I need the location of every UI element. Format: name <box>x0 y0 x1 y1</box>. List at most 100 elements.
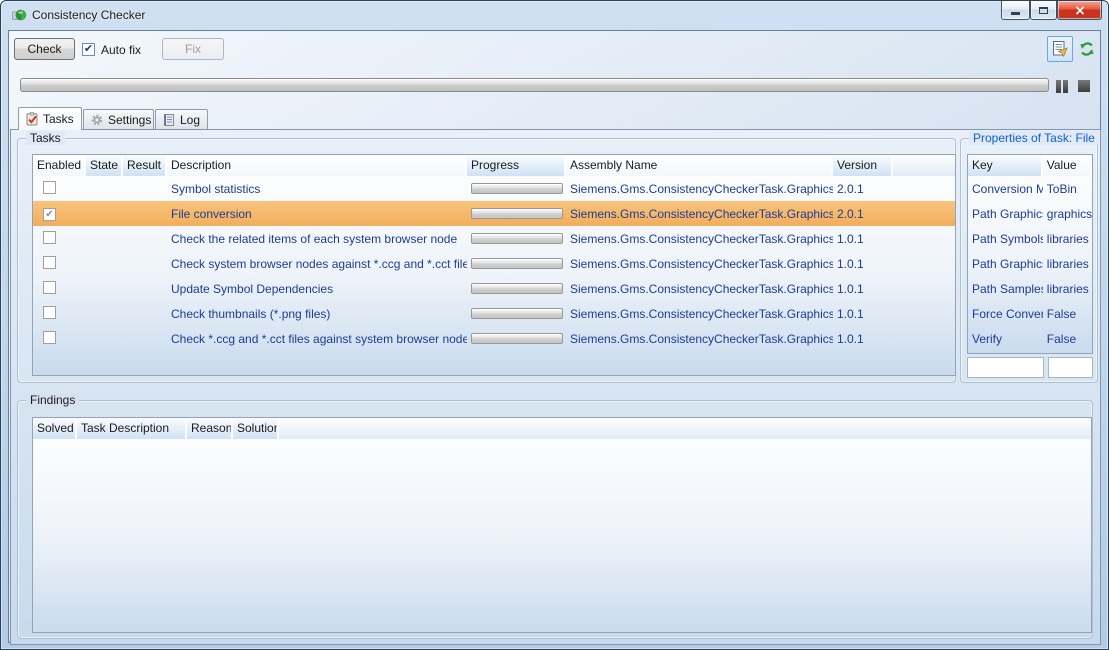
app-window: Consistency Checker Check ✔ Auto fix Fix <box>0 0 1109 650</box>
table-row[interactable]: Symbol statistics Siemens.Gms.Consistenc… <box>33 176 955 201</box>
check-button[interactable]: Check <box>14 38 75 60</box>
findings-groupbox: Findings Solved Task Description Reason … <box>17 400 1093 639</box>
task-enabled-checkbox[interactable] <box>43 331 56 344</box>
column-header-result[interactable]: Result <box>123 155 167 176</box>
task-description: File conversion <box>167 207 467 221</box>
tab-log[interactable]: Log <box>155 109 208 130</box>
property-key: Verify <box>968 332 1043 346</box>
column-header-solved[interactable]: Solved <box>33 418 77 439</box>
refresh-button[interactable] <box>1076 38 1098 60</box>
table-row[interactable]: Check system browser nodes against *.ccg… <box>33 251 955 276</box>
task-description: Check system browser nodes against *.ccg… <box>167 257 467 271</box>
task-description: Check *.ccg and *.cct files against syst… <box>167 332 467 346</box>
task-progress-bar <box>471 208 563 219</box>
column-header-solution[interactable]: Solution <box>233 418 279 439</box>
task-version: 2.0.1 <box>833 207 893 221</box>
client-area: Check ✔ Auto fix Fix <box>8 30 1101 643</box>
column-header-reason[interactable]: Reason <box>187 418 233 439</box>
property-value: False <box>1043 307 1092 321</box>
task-progress-bar <box>471 258 563 269</box>
task-description: Symbol statistics <box>167 182 467 196</box>
column-header-state[interactable]: State <box>86 155 123 176</box>
task-enabled-checkbox[interactable] <box>43 306 56 319</box>
task-description: Check thumbnails (*.png files) <box>167 307 467 321</box>
pause-button[interactable] <box>1054 79 1070 93</box>
stop-icon <box>1078 80 1090 92</box>
property-row[interactable]: Path Symbols libraries <box>968 226 1092 251</box>
tasks-groupbox: Tasks Enabled State Result Description P… <box>17 138 956 383</box>
task-assembly-name: Siemens.Gms.ConsistencyCheckerTask.Graph… <box>566 207 833 221</box>
property-row[interactable]: Path Graphics libraries <box>968 251 1092 276</box>
minimize-button[interactable] <box>1001 1 1030 20</box>
task-enabled-checkbox[interactable]: ✔ <box>43 208 56 221</box>
task-version: 1.0.1 <box>833 282 893 296</box>
pause-icon <box>1056 80 1061 93</box>
column-header-progress[interactable]: Progress <box>467 155 566 176</box>
autofix-checkbox[interactable]: ✔ <box>82 43 95 56</box>
close-icon <box>1075 6 1085 15</box>
column-header-assembly-name[interactable]: Assembly Name <box>566 155 833 176</box>
property-row[interactable]: Conversion Mode ToBin <box>968 176 1092 201</box>
task-assembly-name: Siemens.Gms.ConsistencyCheckerTask.Graph… <box>566 182 833 196</box>
close-button[interactable] <box>1057 1 1102 20</box>
task-version: 1.0.1 <box>833 257 893 271</box>
property-value: libraries <box>1043 282 1092 296</box>
autofix-label: Auto fix <box>101 43 141 57</box>
column-header-description[interactable]: Description <box>167 155 467 176</box>
table-row[interactable]: Check *.ccg and *.cct files against syst… <box>33 326 955 351</box>
titlebar[interactable]: Consistency Checker <box>1 1 1108 30</box>
stop-button[interactable] <box>1076 79 1091 93</box>
task-progress-bar <box>471 308 563 319</box>
edit-report-button[interactable] <box>1047 36 1073 62</box>
column-header-enabled[interactable]: Enabled <box>33 155 86 176</box>
maximize-button[interactable] <box>1030 1 1057 20</box>
property-value: libraries <box>1043 257 1092 271</box>
column-header-version[interactable]: Version <box>833 155 893 176</box>
property-value: graphics <box>1043 207 1092 221</box>
findings-table-header: Solved Task Description Reason Solution <box>33 418 1091 439</box>
tab-settings[interactable]: Settings <box>83 109 154 130</box>
properties-table-header: Key Value <box>968 155 1092 176</box>
tab-tasks-label: Tasks <box>43 112 74 126</box>
column-header-task-description[interactable]: Task Description <box>77 418 187 439</box>
table-row-selected[interactable]: ✔ File conversion Siemens.Gms.Consistenc… <box>33 201 955 226</box>
property-value: libraries <box>1043 232 1092 246</box>
column-header-key[interactable]: Key <box>968 155 1043 176</box>
task-enabled-checkbox[interactable] <box>43 231 56 244</box>
task-enabled-checkbox[interactable] <box>43 256 56 269</box>
task-assembly-name: Siemens.Gms.ConsistencyCheckerTask.Graph… <box>566 257 833 271</box>
property-row[interactable]: Path Graphics graphics <box>968 201 1092 226</box>
findings-table: Solved Task Description Reason Solution <box>32 417 1092 633</box>
column-header-value[interactable]: Value <box>1043 155 1092 176</box>
table-row[interactable]: Update Symbol Dependencies Siemens.Gms.C… <box>33 276 955 301</box>
tab-settings-label: Settings <box>108 113 151 127</box>
task-assembly-name: Siemens.Gms.ConsistencyCheckerTask.Graph… <box>566 282 833 296</box>
property-row[interactable]: Force Conversion False <box>968 301 1092 326</box>
task-enabled-checkbox[interactable] <box>43 181 56 194</box>
fix-button[interactable]: Fix <box>162 38 224 60</box>
new-property-key-input[interactable] <box>967 357 1044 378</box>
consistency-checker-app-icon <box>11 7 27 23</box>
task-assembly-name: Siemens.Gms.ConsistencyCheckerTask.Graph… <box>566 332 833 346</box>
edit-report-icon <box>1051 40 1069 58</box>
main-progress-bar <box>20 78 1049 92</box>
log-notebook-icon <box>162 113 176 127</box>
new-property-value-input[interactable] <box>1048 357 1093 378</box>
property-row[interactable]: Verify False <box>968 326 1092 351</box>
task-assembly-name: Siemens.Gms.ConsistencyCheckerTask.Graph… <box>566 307 833 321</box>
tab-tasks[interactable]: Tasks <box>18 107 82 130</box>
tasks-clipboard-icon <box>25 112 39 126</box>
findings-group-title: Findings <box>26 393 79 407</box>
table-row[interactable]: Check thumbnails (*.png files) Siemens.G… <box>33 301 955 326</box>
task-assembly-name: Siemens.Gms.ConsistencyCheckerTask.Graph… <box>566 232 833 246</box>
properties-table: Key Value Conversion Mode ToBin Path Gra… <box>967 154 1093 354</box>
task-version: 1.0.1 <box>833 232 893 246</box>
property-key: Force Conversion <box>968 307 1043 321</box>
window-title: Consistency Checker <box>32 8 145 22</box>
column-header-filler <box>279 418 1091 439</box>
property-row[interactable]: Path Samples libraries <box>968 276 1092 301</box>
task-enabled-checkbox[interactable] <box>43 281 56 294</box>
table-row[interactable]: Check the related items of each system b… <box>33 226 955 251</box>
tab-log-label: Log <box>180 113 200 127</box>
property-key: Path Symbols <box>968 232 1043 246</box>
